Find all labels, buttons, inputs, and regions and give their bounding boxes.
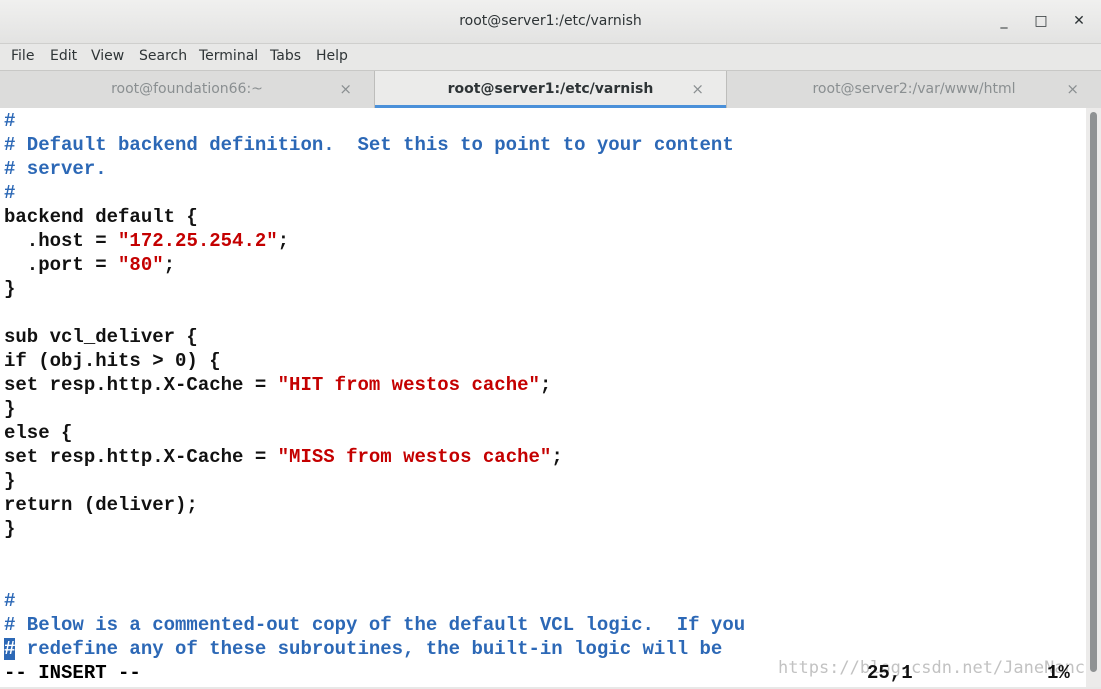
editor-line: set resp.http.X-Cache = "HIT from westos… — [4, 373, 551, 397]
comment-text: # server. — [4, 158, 107, 180]
menu-search[interactable]: Search — [139, 48, 187, 64]
menu-view[interactable]: View — [91, 48, 124, 64]
code-text: ; — [277, 230, 290, 252]
scrollbar-thumb[interactable] — [1090, 112, 1097, 672]
editor-line: backend default { — [4, 205, 198, 229]
editor-line: # — [4, 109, 15, 133]
close-window-button[interactable]: ✕ — [1068, 10, 1090, 32]
vertical-scrollbar[interactable] — [1086, 108, 1101, 687]
editor-line: # — [4, 181, 15, 205]
editor-line: sub vcl_deliver { — [4, 325, 198, 349]
code-text: set resp.http.X-Cache = — [4, 446, 278, 468]
editor-line: } — [4, 469, 15, 493]
text-cursor: # — [4, 638, 16, 660]
editor-line: } — [4, 277, 15, 301]
tab-close-icon[interactable]: × — [1066, 80, 1079, 98]
cursor-position: 25,1 — [867, 662, 913, 684]
editor-line: set resp.http.X-Cache = "MISS from westo… — [4, 445, 563, 469]
editor-line: if (obj.hits > 0) { — [4, 349, 221, 373]
minimize-button[interactable]: _ — [993, 10, 1015, 32]
window-title: root@server1:/etc/varnish — [459, 13, 642, 29]
code-text: ; — [163, 254, 176, 276]
code-text: else { — [4, 422, 73, 444]
editor-line: # redefine any of these subroutines, the… — [4, 637, 722, 661]
editor-line: .port = "80"; — [4, 253, 175, 277]
editor-line: # Default backend definition. Set this t… — [4, 133, 734, 157]
code-text: backend default { — [4, 206, 198, 228]
comment-text: # Below is a commented-out copy of the d… — [4, 614, 746, 636]
tab-label: root@server1:/etc/varnish — [447, 81, 654, 97]
vim-mode-indicator: -- INSERT -- — [4, 662, 141, 684]
editor-line: } — [4, 397, 15, 421]
watermark: https://blog.csdn.net/JaneNancy — [778, 658, 1086, 678]
editor-line: else { — [4, 421, 72, 445]
menu-bar: File Edit View Search Terminal Tabs Help — [0, 44, 1101, 70]
comment-text: redefine any of these subroutines, the b… — [15, 638, 723, 660]
tab-server1[interactable]: root@server1:/etc/varnish × — [375, 71, 726, 108]
menu-tabs[interactable]: Tabs — [270, 48, 301, 64]
string-literal: "80" — [118, 254, 164, 276]
tab-label: root@server2:/var/www/html — [812, 81, 1016, 97]
title-bar: root@server1:/etc/varnish _ □ ✕ — [0, 0, 1101, 44]
editor-line: } — [4, 517, 15, 541]
menu-help[interactable]: Help — [316, 48, 348, 64]
menu-file[interactable]: File — [11, 48, 34, 64]
comment-text: # — [4, 590, 16, 612]
tab-bar: root@foundation66:~ × root@server1:/etc/… — [0, 70, 1101, 109]
code-text: ; — [539, 374, 552, 396]
tab-close-icon[interactable]: × — [339, 80, 352, 98]
scroll-percent: 1% — [1047, 662, 1070, 684]
comment-text: # Default backend definition. Set this t… — [4, 134, 734, 156]
code-text: set resp.http.X-Cache = — [4, 374, 278, 396]
code-text: .port = — [4, 254, 119, 276]
tab-server2[interactable]: root@server2:/var/www/html × — [727, 71, 1101, 108]
editor-line: return (deliver); — [4, 493, 198, 517]
maximize-button[interactable]: □ — [1030, 10, 1052, 32]
editor-line: # Below is a commented-out copy of the d… — [4, 613, 745, 637]
string-literal: "MISS from westos cache" — [277, 446, 552, 468]
code-text: .host = — [4, 230, 119, 252]
string-literal: "HIT from westos cache" — [277, 374, 540, 396]
code-text: ; — [551, 446, 563, 468]
menu-terminal[interactable]: Terminal — [199, 48, 258, 64]
tab-label: root@foundation66:~ — [111, 81, 263, 97]
editor-line: # — [4, 589, 15, 613]
tab-close-icon[interactable]: × — [691, 80, 704, 98]
editor-line: # server. — [4, 157, 107, 181]
tab-foundation66[interactable]: root@foundation66:~ × — [0, 71, 374, 108]
string-literal: "172.25.254.2" — [118, 230, 278, 252]
comment-text: # — [4, 182, 16, 204]
comment-text: # — [4, 110, 16, 132]
code-text: return (deliver); — [4, 494, 198, 516]
code-text: } — [4, 518, 16, 540]
code-text: sub vcl_deliver { — [4, 326, 198, 348]
code-text: } — [4, 470, 16, 492]
code-text: } — [4, 398, 16, 420]
code-text: } — [4, 278, 16, 300]
code-text: if (obj.hits > 0) { — [4, 350, 221, 372]
menu-edit[interactable]: Edit — [50, 48, 77, 64]
editor-line: .host = "172.25.254.2"; — [4, 229, 289, 253]
terminal-view[interactable]: # # Default backend definition. Set this … — [0, 108, 1086, 687]
